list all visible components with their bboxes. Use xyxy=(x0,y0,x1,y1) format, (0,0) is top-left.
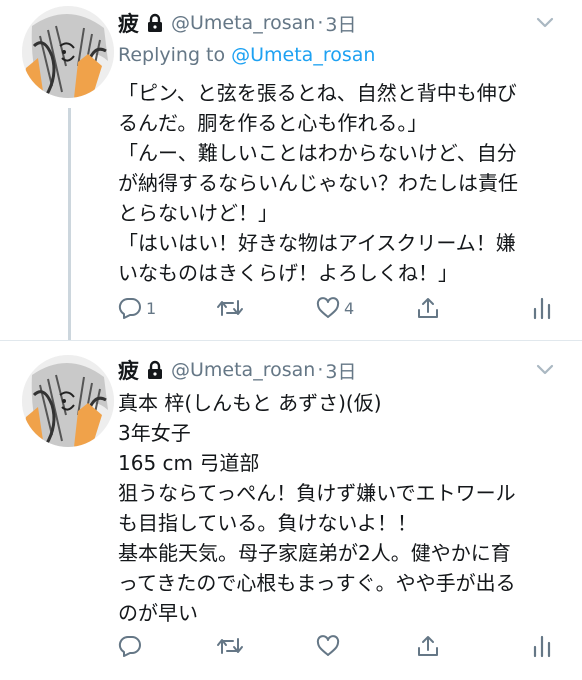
tweet-text-line: が納得するならいんじゃない？わたしは責任 xyxy=(118,171,518,195)
like-button[interactable]: 4 xyxy=(316,291,354,325)
avatar[interactable] xyxy=(22,355,114,447)
tweet-text-line: るんだ。胴を作ると心も作れる。」 xyxy=(118,111,428,135)
analytics-button[interactable] xyxy=(532,629,552,663)
tweet-text-line: ってきたので心根もまっすぐ。やや手が出る xyxy=(118,571,516,595)
tweet-text-line: 「んー、難しいことはわからないけど、自分 xyxy=(118,141,517,165)
analytics-button[interactable] xyxy=(532,291,552,325)
analytics-icon xyxy=(532,296,552,320)
tweet-text-line: 基本能天気。母子家庭弟が2人。健やかに育 xyxy=(118,541,511,565)
tweet-text-line: とらないけど！」 xyxy=(118,201,278,225)
tweet-text-line: のが早い xyxy=(118,601,198,625)
reply-count: 1 xyxy=(146,298,157,318)
tweet-text: 「ピン、と弦を張るとね、自然と背中も伸び るんだ。胴を作ると心も作れる。」 「ん… xyxy=(118,78,568,288)
retweet-icon xyxy=(216,635,244,657)
tweet-text-line: いなものはきくらげ！よろしくね！」 xyxy=(118,261,458,285)
retweet-button[interactable] xyxy=(216,291,248,325)
tweet-text-line: 狙うならてっぺん！負けず嫌いでエトワール xyxy=(118,481,516,505)
reply-icon xyxy=(118,297,142,319)
retweet-button[interactable] xyxy=(216,629,248,663)
separator-dot: · xyxy=(317,359,324,381)
tweet-text: 真本 梓(しんもと あずさ)(仮) 3年女子 165 cm 弓道部 狙うならてっ… xyxy=(118,388,568,628)
share-icon xyxy=(416,634,440,658)
tweet[interactable]: 疲 @Umeta_rosan · 3日 Replying to @Umeta_r… xyxy=(0,0,582,340)
tweet-text-line: 「はいはい！好きな物はアイスクリーム！嫌 xyxy=(118,231,516,255)
user-handle[interactable]: @Umeta_rosan xyxy=(171,359,315,381)
tweet-header: 疲 @Umeta_rosan · 3日 xyxy=(118,353,356,387)
tweet-actions: 1 4 xyxy=(118,291,568,325)
replying-to: Replying to @Umeta_rosan xyxy=(118,40,375,70)
timestamp[interactable]: 3日 xyxy=(325,357,356,384)
tweet-text-line: も目指している。負けないよ！！ xyxy=(118,511,417,535)
tweet-text-line: 3年女子 xyxy=(118,421,191,445)
lock-icon xyxy=(147,360,163,380)
tweet-text-line: 真本 梓(しんもと あずさ)(仮) xyxy=(118,391,382,415)
share-button[interactable] xyxy=(416,291,440,325)
reply-icon xyxy=(118,635,142,657)
tweet[interactable]: 疲 @Umeta_rosan · 3日 真本 梓(しんもと あずさ)(仮) 3年… xyxy=(0,341,582,680)
lock-icon xyxy=(147,13,163,33)
display-name[interactable]: 疲 xyxy=(118,355,139,385)
share-icon xyxy=(416,296,440,320)
reply-button[interactable]: 1 xyxy=(118,291,156,325)
tweet-text-line: 「ピン、と弦を張るとね、自然と背中も伸び xyxy=(118,81,517,105)
like-icon xyxy=(316,297,340,319)
display-name[interactable]: 疲 xyxy=(118,8,139,38)
analytics-icon xyxy=(532,634,552,658)
avatar[interactable] xyxy=(22,6,114,98)
replying-to-link[interactable]: @Umeta_rosan xyxy=(231,44,375,66)
replying-to-label: Replying to xyxy=(118,44,226,66)
tweet-actions xyxy=(118,629,568,663)
like-button[interactable] xyxy=(316,629,344,663)
retweet-icon xyxy=(216,297,244,319)
like-count: 4 xyxy=(344,298,355,318)
timestamp[interactable]: 3日 xyxy=(325,10,356,37)
tweet-header: 疲 @Umeta_rosan · 3日 xyxy=(118,6,356,40)
user-handle[interactable]: @Umeta_rosan xyxy=(171,12,315,34)
chevron-down-icon[interactable] xyxy=(534,6,556,40)
share-button[interactable] xyxy=(416,629,440,663)
chevron-down-icon[interactable] xyxy=(534,353,556,387)
reply-button[interactable] xyxy=(118,629,146,663)
tweet-text-line: 165 cm 弓道部 xyxy=(118,451,260,475)
separator-dot: · xyxy=(317,12,324,34)
like-icon xyxy=(316,635,340,657)
